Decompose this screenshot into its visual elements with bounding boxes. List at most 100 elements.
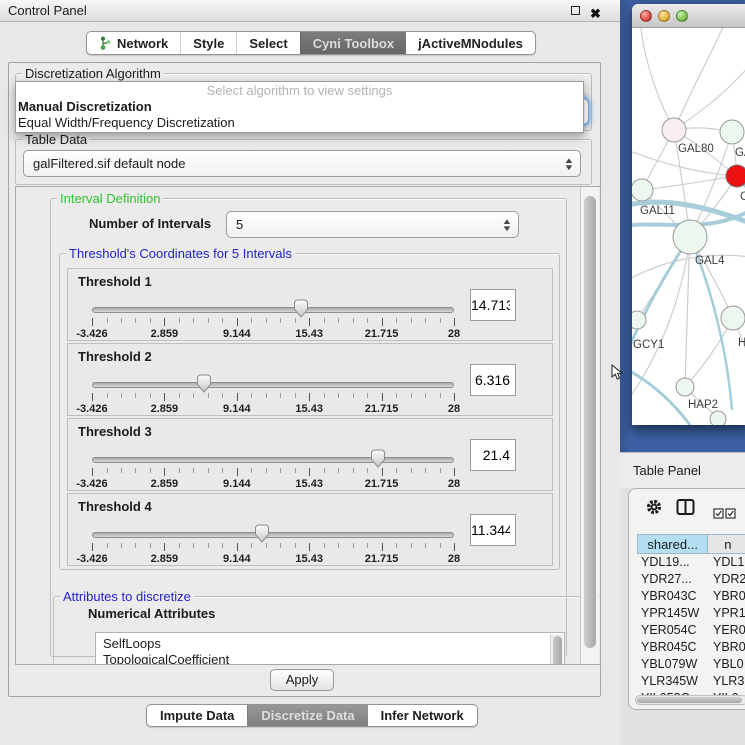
cell-name[interactable]: YLR3	[708, 673, 745, 690]
cell-name[interactable]: YER0	[708, 622, 745, 639]
cell-shared-name[interactable]: YDR27...	[637, 571, 708, 588]
close-icon[interactable]: ✖	[590, 3, 601, 24]
slider-thumb[interactable]	[293, 299, 309, 318]
column-header-name[interactable]: n	[708, 535, 745, 553]
tick-mark	[193, 393, 194, 398]
cell-shared-name[interactable]: YBR043C	[637, 588, 708, 605]
vertical-scrollbar[interactable]	[580, 187, 599, 664]
tab-label: Cyni Toolbox	[313, 36, 394, 51]
cell-name[interactable]: YPR1	[708, 605, 745, 622]
horizontal-scrollbar[interactable]	[635, 695, 745, 705]
threshold-slider[interactable]: -3.4262.8599.14415.4321.71528	[92, 372, 454, 414]
tab-cyni-toolbox[interactable]: Cyni Toolbox	[300, 32, 406, 54]
attribute-list-item[interactable]: SelfLoops	[96, 636, 564, 652]
tab-network[interactable]: Network	[87, 32, 180, 54]
network-window-titlebar[interactable]	[632, 4, 745, 28]
slider-thumb[interactable]	[370, 449, 386, 468]
threshold-slider[interactable]: -3.4262.8599.14415.4321.71528	[92, 447, 454, 489]
threshold-slider[interactable]: -3.4262.8599.14415.4321.71528	[92, 522, 454, 564]
tick-mark	[121, 393, 122, 398]
network-node-gal80[interactable]	[662, 118, 686, 142]
network-canvas[interactable]: GAL80GACGAL11GAL4GCY1HHAP2	[632, 28, 745, 425]
dropdown-option[interactable]: Manual Discretization	[16, 99, 583, 115]
tick-mark	[367, 543, 368, 548]
tab-infer-network[interactable]: Infer Network	[368, 705, 477, 726]
apply-button[interactable]: Apply	[270, 669, 334, 691]
network-node-gal4[interactable]	[673, 220, 707, 254]
threshold-value-input[interactable]	[470, 289, 516, 321]
tab-discretize-data[interactable]: Discretize Data	[247, 705, 367, 726]
cell-shared-name[interactable]: YPR145W	[637, 605, 708, 622]
tick-mark	[107, 468, 108, 473]
table-row[interactable]: YPR145WYPR1	[637, 605, 745, 622]
tab-select[interactable]: Select	[236, 32, 299, 54]
table-row[interactable]: YER054CYER0	[637, 622, 745, 639]
table-row[interactable]: YBR045CYBR0	[637, 639, 745, 656]
tab-jactivemnodules[interactable]: jActiveMNodules	[406, 32, 535, 54]
table-row[interactable]: YLR345WYLR3	[637, 673, 745, 690]
settings-scroll-area: Interval Definition Number of Intervals …	[15, 186, 601, 665]
scrollbar-thumb[interactable]	[553, 636, 562, 665]
threshold-value-input[interactable]	[470, 514, 516, 546]
cell-name[interactable]: YBL0	[708, 656, 745, 673]
mac-close-icon[interactable]	[640, 10, 652, 22]
cell-shared-name[interactable]: YBR045C	[637, 639, 708, 656]
gear-icon[interactable]	[645, 498, 663, 516]
slider-thumb[interactable]	[196, 374, 212, 393]
network-node-gal-cut[interactable]	[720, 120, 744, 144]
table-data-combobox[interactable]: galFiltered.sif default node ▲▼	[23, 150, 581, 177]
scrollbar-thumb[interactable]	[637, 697, 742, 703]
tick-mark	[411, 393, 412, 398]
mac-zoom-icon[interactable]	[676, 10, 688, 22]
tick-label: -3.426	[76, 403, 107, 415]
network-node-hap2[interactable]	[676, 378, 694, 396]
slider-thumb[interactable]	[254, 524, 270, 543]
threshold-value-input[interactable]	[470, 364, 516, 396]
attribute-list-item[interactable]: TopologicalCoefficient	[96, 652, 564, 665]
dropdown-option[interactable]: Equal Width/Frequency Discretization	[16, 115, 583, 131]
cell-shared-name[interactable]: YER054C	[637, 622, 708, 639]
tick-label: 28	[448, 478, 460, 490]
tick-mark	[150, 393, 151, 398]
tick-mark	[135, 543, 136, 548]
float-window-icon[interactable]	[571, 6, 580, 15]
tab-impute-data[interactable]: Impute Data	[147, 705, 247, 726]
number-of-intervals-combobox[interactable]: 5 ▲▼	[226, 211, 519, 238]
threshold-slider[interactable]: -3.4262.8599.14415.4321.71528	[92, 297, 454, 339]
slider-track[interactable]	[92, 532, 454, 538]
column-header-shared-name[interactable]: shared...	[638, 535, 708, 553]
threshold-value-input[interactable]	[470, 439, 516, 471]
cell-name[interactable]: YBR0	[708, 588, 745, 605]
scrollbar-thumb[interactable]	[584, 196, 596, 648]
network-node-gal11[interactable]	[632, 179, 653, 201]
list-scrollbar[interactable]	[550, 634, 563, 665]
table-data-label: Table Data	[22, 132, 90, 147]
cell-name[interactable]: YDL1	[708, 554, 745, 571]
network-view-window[interactable]: GAL80GACGAL11GAL4GCY1HHAP2	[632, 4, 745, 425]
cell-shared-name[interactable]: YBL079W	[637, 656, 708, 673]
mac-minimize-icon[interactable]	[658, 10, 670, 22]
slider-track[interactable]	[92, 307, 454, 313]
tick-mark	[150, 318, 151, 323]
cell-shared-name[interactable]: YLR345W	[637, 673, 708, 690]
cell-shared-name[interactable]: YDL19...	[637, 554, 708, 571]
cell-name[interactable]: YDR2	[708, 571, 745, 588]
tick-mark	[135, 468, 136, 473]
threshold-block: Threshold 1-3.4262.8599.14415.4321.71528	[67, 268, 553, 341]
table-row[interactable]: YDR27...YDR2	[637, 571, 745, 588]
network-node-selected[interactable]	[726, 165, 745, 187]
network-node-gcy1[interactable]	[632, 311, 646, 329]
network-node-bottom[interactable]	[710, 411, 726, 425]
cell-name[interactable]: YBR0	[708, 639, 745, 656]
slider-track[interactable]	[92, 382, 454, 388]
table-row[interactable]: YBR043CYBR0	[637, 588, 745, 605]
network-node-h-cut[interactable]	[721, 306, 745, 330]
select-columns-icon[interactable]	[713, 508, 737, 519]
slider-track[interactable]	[92, 457, 454, 463]
split-columns-icon[interactable]	[676, 498, 695, 516]
tick-mark	[179, 468, 180, 473]
numerical-attributes-list[interactable]: SelfLoopsTopologicalCoefficientBetweenne…	[95, 632, 565, 665]
tab-style[interactable]: Style	[180, 32, 236, 54]
table-row[interactable]: YDL19...YDL1	[637, 554, 745, 571]
table-row[interactable]: YBL079WYBL0	[637, 656, 745, 673]
